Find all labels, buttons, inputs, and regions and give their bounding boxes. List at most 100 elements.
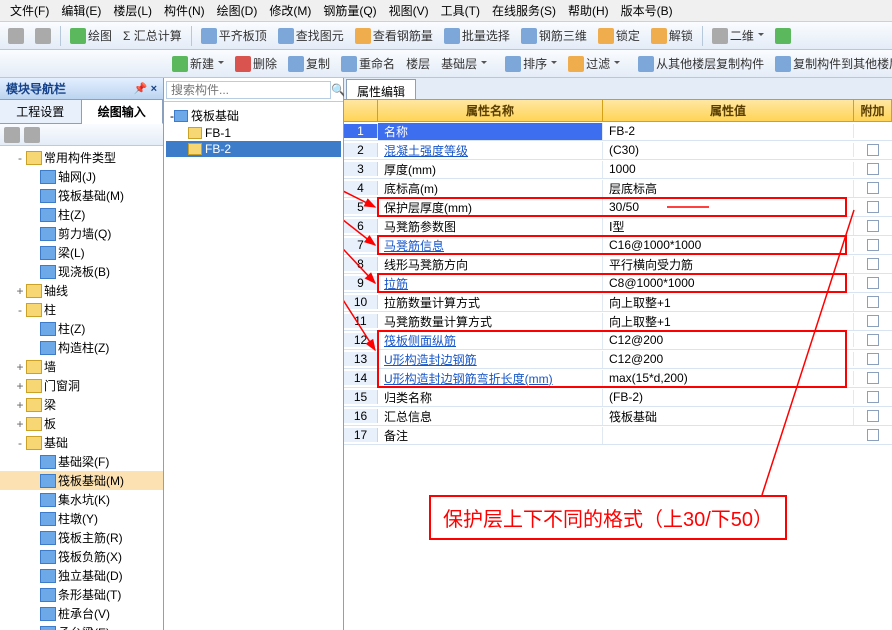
prop-extra[interactable] <box>854 391 892 403</box>
tree-node[interactable]: 柱(Z) <box>0 205 163 224</box>
new-button[interactable]: 新建 <box>168 53 228 74</box>
undo-button[interactable] <box>4 26 28 46</box>
tree-node[interactable]: 条形基础(T) <box>0 585 163 604</box>
layer-dropdown[interactable]: 基础层 <box>437 53 491 74</box>
prop-extra[interactable] <box>854 220 892 232</box>
prop-extra[interactable] <box>854 258 892 270</box>
prop-value[interactable]: 向上取整+1 <box>603 294 854 311</box>
grid-row[interactable]: 12筏板侧面纵筋C12@200 <box>344 331 892 350</box>
prop-extra[interactable] <box>854 372 892 384</box>
checkbox[interactable] <box>867 315 879 327</box>
menu-tool[interactable]: 工具(T) <box>435 0 486 21</box>
menu-rebar[interactable]: 钢筋量(Q) <box>317 0 382 21</box>
grid-row[interactable]: 11马凳筋数量计算方式向上取整+1 <box>344 312 892 331</box>
menu-file[interactable]: 文件(F) <box>4 0 55 21</box>
prop-extra[interactable] <box>854 410 892 422</box>
prop-name[interactable]: 混凝土强度等级 <box>378 142 603 159</box>
tree-node[interactable]: +梁 <box>0 395 163 414</box>
copy-button[interactable]: 复制 <box>284 53 334 74</box>
expand-icon[interactable]: + <box>14 360 26 374</box>
prop-value[interactable]: (C30) <box>603 143 854 157</box>
prop-name[interactable]: U形构造封边钢筋弯折长度(mm) <box>378 370 603 387</box>
prop-extra[interactable] <box>854 296 892 308</box>
tab-project-settings[interactable]: 工程设置 <box>0 100 82 123</box>
checkbox[interactable] <box>867 144 879 156</box>
grid-row[interactable]: 6马凳筋参数图Ⅰ型 <box>344 217 892 236</box>
expand-icon[interactable]: - <box>14 436 26 450</box>
prop-value[interactable]: max(15*d,200) <box>603 371 854 385</box>
tree-node[interactable]: 轴网(J) <box>0 167 163 186</box>
menu-modify[interactable]: 修改(M) <box>263 0 317 21</box>
prop-value[interactable]: 30/50 <box>603 200 854 214</box>
grid-row[interactable]: 7马凳筋信息C16@1000*1000 <box>344 236 892 255</box>
prop-extra[interactable] <box>854 239 892 251</box>
instance-node[interactable]: FB-1 <box>166 125 341 141</box>
grid-row[interactable]: 2混凝土强度等级(C30) <box>344 141 892 160</box>
tree-node[interactable]: 集水坑(K) <box>0 490 163 509</box>
prop-value[interactable]: 1000 <box>603 162 854 176</box>
redo-button[interactable] <box>31 26 55 46</box>
expand-icon[interactable]: + <box>14 284 26 298</box>
find-button[interactable]: 查找图元 <box>274 25 348 46</box>
tree-node[interactable]: -常用构件类型 <box>0 148 163 167</box>
checkbox[interactable] <box>867 296 879 308</box>
filter-button[interactable]: 过滤 <box>564 53 624 74</box>
prop-value[interactable]: 平行横向受力筋 <box>603 256 854 273</box>
prop-value[interactable]: FB-2 <box>603 124 854 138</box>
prop-extra[interactable] <box>854 429 892 441</box>
pin-icon[interactable]: 📌 × <box>134 82 157 95</box>
sort-button[interactable]: 排序 <box>501 53 561 74</box>
expand-icon[interactable]: + <box>14 379 26 393</box>
tree-node[interactable]: 构造柱(Z) <box>0 338 163 357</box>
grid-row[interactable]: 4底标高(m)层底标高 <box>344 179 892 198</box>
search-input[interactable] <box>166 81 331 99</box>
checkbox[interactable] <box>867 163 879 175</box>
tree-node[interactable]: +轴线 <box>0 281 163 300</box>
tree-node[interactable]: +墙 <box>0 357 163 376</box>
view2d-button[interactable]: 二维 <box>708 25 768 46</box>
prop-extra[interactable] <box>854 277 892 289</box>
sum-button[interactable]: Σ 汇总计算 <box>119 25 186 46</box>
menu-component[interactable]: 构件(N) <box>158 0 211 21</box>
instance-node[interactable]: FB-2 <box>166 141 341 157</box>
checkbox[interactable] <box>867 258 879 270</box>
prop-name[interactable]: 拉筋 <box>378 275 603 292</box>
tree-node[interactable]: 桩承台(V) <box>0 604 163 623</box>
prop-value[interactable]: Ⅰ型 <box>603 218 854 235</box>
prop-name[interactable]: 筏板侧面纵筋 <box>378 332 603 349</box>
tree-node[interactable]: 筏板负筋(X) <box>0 547 163 566</box>
expand-icon[interactable]: + <box>14 417 26 431</box>
menu-draw[interactable]: 绘图(D) <box>211 0 264 21</box>
grid-row[interactable]: 5保护层厚度(mm)30/50 <box>344 198 892 217</box>
draw-button[interactable]: 绘图 <box>66 25 116 46</box>
grid-row[interactable]: 3厚度(mm)1000 <box>344 160 892 179</box>
tree-node[interactable]: 筏板主筋(R) <box>0 528 163 547</box>
tree-node[interactable]: 柱墩(Y) <box>0 509 163 528</box>
checkbox[interactable] <box>867 334 879 346</box>
tab-draw-input[interactable]: 绘图输入 <box>82 100 164 124</box>
grid-row[interactable]: 14U形构造封边钢筋弯折长度(mm)max(15*d,200) <box>344 369 892 388</box>
prop-value[interactable]: C12@200 <box>603 333 854 347</box>
prop-value[interactable]: (FB-2) <box>603 390 854 404</box>
tree-node[interactable]: 独立基础(D) <box>0 566 163 585</box>
unlock-button[interactable]: 解锁 <box>647 25 697 46</box>
prop-extra[interactable] <box>854 353 892 365</box>
instance-tree[interactable]: -筏板基础FB-1FB-2 <box>164 102 343 630</box>
menu-view[interactable]: 视图(V) <box>383 0 435 21</box>
menu-version[interactable]: 版本号(B) <box>615 0 679 21</box>
checkbox[interactable] <box>867 353 879 365</box>
instance-node[interactable]: -筏板基础 <box>166 106 341 125</box>
menu-edit[interactable]: 编辑(E) <box>55 0 107 21</box>
menu-online[interactable]: 在线服务(S) <box>486 0 562 21</box>
component-tree[interactable]: -常用构件类型轴网(J)筏板基础(M)柱(Z)剪力墙(Q)梁(L)现浇板(B)+… <box>0 146 163 630</box>
prop-value[interactable]: C8@1000*1000 <box>603 276 854 290</box>
tree-node[interactable]: 筏板基础(M) <box>0 471 163 490</box>
checkbox[interactable] <box>867 201 879 213</box>
grid-row[interactable]: 15归类名称(FB-2) <box>344 388 892 407</box>
findbar-button[interactable]: 查看钢筋量 <box>351 25 437 46</box>
tree-node[interactable]: 柱(Z) <box>0 319 163 338</box>
checkbox[interactable] <box>867 277 879 289</box>
prop-name[interactable]: U形构造封边钢筋 <box>378 351 603 368</box>
grid-row[interactable]: 17备注 <box>344 426 892 445</box>
floor-dropdown[interactable]: 楼层 <box>402 53 434 74</box>
